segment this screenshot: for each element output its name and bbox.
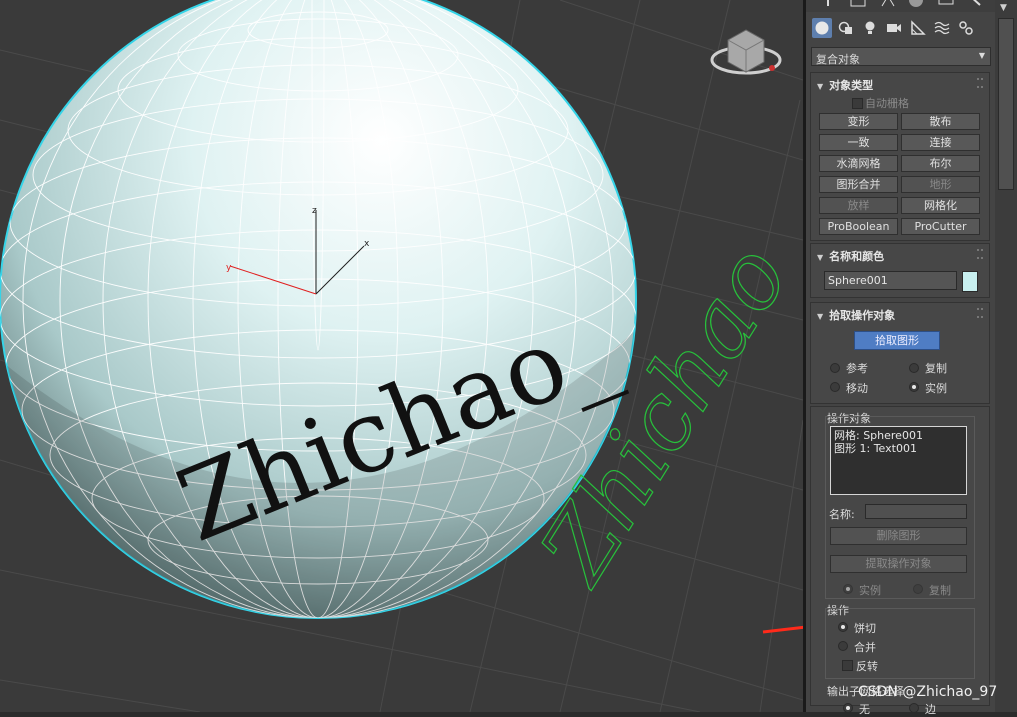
object-type-rollout: ▼ 对象类型 自动栅格 变形 散布 一致 连接 水滴网格 布尔 图形合并 地形 放… <box>810 72 990 241</box>
light-icon[interactable] <box>860 18 880 38</box>
copy-label: 复制 <box>925 362 947 375</box>
shapemerge-button[interactable]: 图形合并 <box>819 176 898 193</box>
operands-list[interactable]: 网格: Sphere001 图形 1: Text001 <box>830 426 967 495</box>
conform-button[interactable]: 一致 <box>819 134 898 151</box>
extract-copy-radio[interactable] <box>913 584 923 594</box>
scrollbar-thumb[interactable] <box>998 18 1014 190</box>
scatter-button[interactable]: 散布 <box>901 113 980 130</box>
invert-label: 反转 <box>856 660 878 673</box>
command-panel: 复合对象 ▼ ▼ 对象类型 自动栅格 变形 散布 一致 连接 水滴网格 布尔 图形… <box>806 0 995 716</box>
blobmesh-button[interactable]: 水滴网格 <box>819 155 898 172</box>
invert-checkbox[interactable] <box>842 660 853 671</box>
hierarchy-tab[interactable] <box>878 0 898 10</box>
object-name-value: Sphere001 <box>828 274 888 287</box>
connect-button[interactable]: 连接 <box>901 134 980 151</box>
watermark: CSDN @Zhichao_97 <box>858 684 998 700</box>
sphere-icon[interactable] <box>812 18 832 38</box>
systems-icon[interactable] <box>956 18 976 38</box>
loft-button[interactable]: 放样 <box>819 197 898 214</box>
camera-icon[interactable] <box>884 18 904 38</box>
instance-radio[interactable] <box>909 382 919 392</box>
extract-operand-button[interactable]: 提取操作对象 <box>830 555 967 573</box>
chevron-down-icon[interactable]: ▼ <box>1000 3 1007 13</box>
operand-item[interactable]: 图形 1: Text001 <box>834 442 963 455</box>
object-name-field[interactable]: Sphere001 <box>824 271 957 290</box>
helper-icon[interactable] <box>908 18 928 38</box>
autogrid-label: 自动栅格 <box>865 97 909 110</box>
display-tab[interactable] <box>936 0 956 10</box>
gizmo-x-label: x <box>364 239 370 249</box>
name-color-rollout: ▼ 名称和颜色 Sphere001 <box>810 243 990 298</box>
reference-label: 参考 <box>846 362 868 375</box>
move-label: 移动 <box>846 382 868 395</box>
collapse-triangle-icon: ▼ <box>817 253 824 262</box>
collapse-triangle-icon: ▼ <box>817 312 824 321</box>
operand-name-label: 名称: <box>829 508 855 521</box>
category-dropdown-value: 复合对象 <box>816 53 860 66</box>
utilities-tab[interactable] <box>966 0 986 10</box>
mesher-button[interactable]: 网格化 <box>901 197 980 214</box>
shapes-icon[interactable] <box>836 18 856 38</box>
collapse-triangle-icon: ▼ <box>817 82 824 91</box>
copy-radio[interactable] <box>909 363 919 373</box>
output-none-label: 无 <box>859 703 870 716</box>
merge-label: 合并 <box>854 641 876 654</box>
procutter-button[interactable]: ProCutter <box>901 218 980 235</box>
autogrid-checkbox[interactable] <box>852 98 863 109</box>
panel-scrollbar[interactable]: ▼ <box>995 0 1017 712</box>
object-color-swatch[interactable] <box>962 271 978 292</box>
motion-tab[interactable] <box>906 0 926 10</box>
cookie-cutter-radio[interactable] <box>838 622 848 632</box>
perspective-viewport[interactable]: Zhichao_ Zhichao_ z x y <box>0 0 803 712</box>
morph-button[interactable]: 变形 <box>819 113 898 130</box>
pick-shape-button[interactable]: 拾取图形 <box>854 331 940 350</box>
rollout-grip-icon[interactable] <box>977 308 983 318</box>
viewport-canvas: Zhichao_ Zhichao_ z x y <box>0 0 803 712</box>
modify-tab[interactable] <box>848 0 868 10</box>
reference-radio[interactable] <box>830 363 840 373</box>
boolean-button[interactable]: 布尔 <box>901 155 980 172</box>
instance-label: 实例 <box>925 382 947 395</box>
chevron-down-icon: ▼ <box>978 51 985 60</box>
extract-instance-label: 实例 <box>859 584 881 597</box>
pick-operand-rollout: ▼ 拾取操作对象 拾取图形 参考 复制 移动 实例 <box>810 302 990 404</box>
cookie-cutter-label: 饼切 <box>854 622 876 635</box>
parameters-rollout: 操作对象 网格: Sphere001 图形 1: Text001 名称: 删除图… <box>810 406 990 716</box>
name-color-header[interactable]: ▼ 名称和颜色 <box>817 248 884 264</box>
gizmo-z-label: z <box>312 206 317 216</box>
object-type-header[interactable]: ▼ 对象类型 <box>817 77 873 93</box>
operand-item[interactable]: 网格: Sphere001 <box>834 429 963 442</box>
rollout-grip-icon[interactable] <box>977 249 983 259</box>
terrain-button[interactable]: 地形 <box>901 176 980 193</box>
create-tab[interactable] <box>818 0 838 10</box>
output-edge-label: 边 <box>925 703 936 716</box>
delete-shape-button[interactable]: 删除图形 <box>830 527 967 545</box>
annotation-arrow <box>762 625 803 634</box>
operand-name-field[interactable] <box>865 504 967 519</box>
create-category-icons <box>810 18 990 40</box>
gizmo-y-label: y <box>226 263 232 273</box>
move-radio[interactable] <box>830 382 840 392</box>
extract-copy-label: 复制 <box>929 584 951 597</box>
proboolean-button[interactable]: ProBoolean <box>819 218 898 235</box>
merge-radio[interactable] <box>838 641 848 651</box>
spacewarp-icon[interactable] <box>932 18 952 38</box>
pick-operand-header[interactable]: ▼ 拾取操作对象 <box>817 307 895 323</box>
category-dropdown[interactable]: 复合对象 ▼ <box>811 47 991 66</box>
viewcube[interactable] <box>710 29 782 75</box>
extract-instance-radio[interactable] <box>843 584 853 594</box>
rollout-grip-icon[interactable] <box>977 78 983 88</box>
command-panel-tabs <box>806 0 995 12</box>
